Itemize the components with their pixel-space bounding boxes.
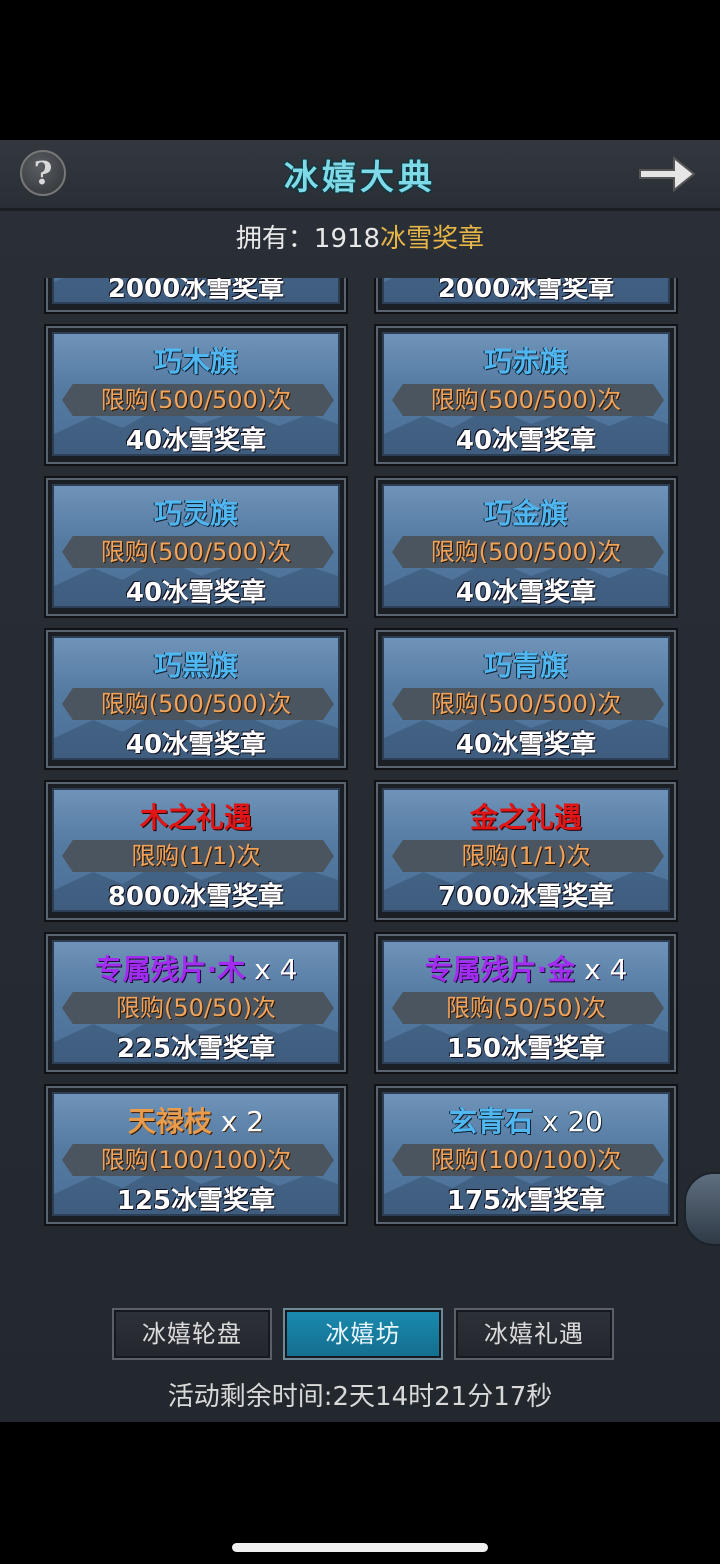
item-price: 150冰雪奖章: [446, 1034, 606, 1064]
card-background: 金之礼遇限购(1/1)次 7000冰雪奖章: [382, 788, 670, 912]
owned-amount: 1918: [313, 224, 381, 254]
purchase-limit: 限购(100/100)次: [430, 1146, 622, 1174]
card-background: 玄青石 x 20 限购(100/100)次 175冰雪奖章: [382, 1092, 670, 1216]
shop-item-card[interactable]: 限购(3/3)次2000冰雪奖章: [374, 278, 678, 314]
item-price: 2000冰雪奖章: [437, 278, 615, 304]
item-quantity: x 20: [533, 1105, 603, 1138]
shop-item-card[interactable]: 巧黑旗限购(500/500)次 40冰雪奖章: [44, 628, 348, 770]
item-grid-viewport[interactable]: 限购(1/1)次2000冰雪奖章限购(3/3)次2000冰雪奖章巧木旗限购(50…: [0, 278, 720, 1283]
item-name-text: 巧木旗: [153, 345, 238, 378]
item-name: 巧灵旗: [54, 492, 338, 532]
card-background: 专属残片·金 x 4 限购(50/50)次 150冰雪奖章: [382, 940, 670, 1064]
item-price: 8000冰雪奖章: [107, 882, 285, 912]
purchase-limit: 限购(500/500)次: [430, 386, 622, 414]
arrow-right-icon[interactable]: [636, 152, 698, 196]
item-price: 40冰雪奖章: [125, 730, 267, 760]
item-name-text: 木之礼遇: [139, 801, 252, 834]
item-name-text: 天禄枝: [127, 1105, 212, 1138]
tab-ice-roulette[interactable]: 冰嬉轮盘: [112, 1308, 272, 1360]
item-price: 2000冰雪奖章: [107, 278, 285, 304]
owned-currency: 冰雪奖章: [380, 224, 485, 254]
item-quantity: x 4: [575, 953, 628, 986]
purchase-limit: 限购(1/1)次: [461, 842, 591, 870]
item-price: 125冰雪奖章: [116, 1186, 276, 1216]
event-countdown: 活动剩余时间:2天14时21分17秒: [167, 1382, 553, 1412]
shop-item-card[interactable]: 巧木旗限购(500/500)次 40冰雪奖章: [44, 324, 348, 466]
card-background: 限购(1/1)次2000冰雪奖章: [52, 278, 340, 304]
shop-item-card[interactable]: 天禄枝 x 2 限购(100/100)次 125冰雪奖章: [44, 1084, 348, 1226]
item-name: 巧青旗: [384, 644, 668, 684]
purchase-limit: 限购(500/500)次: [100, 690, 292, 718]
item-name-text: 专属残片·木: [94, 953, 246, 986]
purchase-limit: 限购(500/500)次: [100, 538, 292, 566]
item-name-text: 巧灵旗: [153, 497, 238, 530]
purchase-limit: 限购(1/1)次: [131, 842, 261, 870]
item-price: 7000冰雪奖章: [437, 882, 615, 912]
purchase-limit: 限购(50/50)次: [116, 994, 276, 1022]
item-name-text: 巧青旗: [483, 649, 568, 682]
shop-item-card[interactable]: 巧赤旗限购(500/500)次 40冰雪奖章: [374, 324, 678, 466]
shop-item-card[interactable]: 专属残片·木 x 4 限购(50/50)次 225冰雪奖章: [44, 932, 348, 1074]
shop-item-card[interactable]: 巧金旗限购(500/500)次 40冰雪奖章: [374, 476, 678, 618]
item-name: 巧金旗: [384, 492, 668, 532]
item-name: 金之礼遇: [384, 796, 668, 836]
purchase-limit: 限购(100/100)次: [100, 1146, 292, 1174]
card-background: 巧金旗限购(500/500)次 40冰雪奖章: [382, 484, 670, 608]
item-name: 专属残片·木 x 4: [54, 948, 338, 988]
item-price: 40冰雪奖章: [125, 578, 267, 608]
shop-item-card[interactable]: 金之礼遇限购(1/1)次 7000冰雪奖章: [374, 780, 678, 922]
item-price: 40冰雪奖章: [455, 578, 597, 608]
item-price: 40冰雪奖章: [455, 730, 597, 760]
owned-balance: 拥有：1918冰雪奖章: [0, 218, 720, 255]
tab-bar: 冰嬉轮盘 冰嬉坊 冰嬉礼遇: [0, 1300, 720, 1360]
shop-item-card[interactable]: 巧青旗限购(500/500)次 40冰雪奖章: [374, 628, 678, 770]
item-price: 175冰雪奖章: [446, 1186, 606, 1216]
item-name-text: 巧赤旗: [483, 345, 568, 378]
item-price: 40冰雪奖章: [125, 426, 267, 456]
item-name-text: 巧金旗: [483, 497, 568, 530]
shop-item-card[interactable]: 玄青石 x 20 限购(100/100)次 175冰雪奖章: [374, 1084, 678, 1226]
item-price: 225冰雪奖章: [116, 1034, 276, 1064]
card-background: 限购(3/3)次2000冰雪奖章: [382, 278, 670, 304]
item-name: 木之礼遇: [54, 796, 338, 836]
item-name-text: 专属残片·金: [424, 953, 576, 986]
tab-ice-workshop[interactable]: 冰嬉坊: [283, 1308, 443, 1360]
item-price: 40冰雪奖章: [455, 426, 597, 456]
shop-item-card[interactable]: 巧灵旗限购(500/500)次 40冰雪奖章: [44, 476, 348, 618]
item-name: 巧赤旗: [384, 340, 668, 380]
item-name-text: 玄青石: [448, 1105, 533, 1138]
page-title: 冰嬉大典: [284, 158, 436, 198]
card-background: 天禄枝 x 2 限购(100/100)次 125冰雪奖章: [52, 1092, 340, 1216]
game-screen: ? 冰嬉大典 拥有：1918冰雪奖章 限购(1/1)次2000冰雪奖章限购(3/…: [0, 0, 720, 1564]
purchase-limit: 限购(500/500)次: [430, 538, 622, 566]
card-background: 巧赤旗限购(500/500)次 40冰雪奖章: [382, 332, 670, 456]
shop-item-card[interactable]: 限购(1/1)次2000冰雪奖章: [44, 278, 348, 314]
item-name: 专属残片·金 x 4: [384, 948, 668, 988]
item-name: 巧黑旗: [54, 644, 338, 684]
card-background: 巧灵旗限购(500/500)次 40冰雪奖章: [52, 484, 340, 608]
card-background: 木之礼遇限购(1/1)次 8000冰雪奖章: [52, 788, 340, 912]
purchase-limit: 限购(500/500)次: [100, 386, 292, 414]
tab-ice-gift[interactable]: 冰嬉礼遇: [454, 1308, 614, 1360]
item-name-text: 巧黑旗: [153, 649, 238, 682]
item-name-text: 金之礼遇: [469, 801, 582, 834]
card-background: 专属残片·木 x 4 限购(50/50)次 225冰雪奖章: [52, 940, 340, 1064]
card-background: 巧青旗限购(500/500)次 40冰雪奖章: [382, 636, 670, 760]
item-name: 天禄枝 x 2: [54, 1100, 338, 1140]
shop-panel: ? 冰嬉大典 拥有：1918冰雪奖章 限购(1/1)次2000冰雪奖章限购(3/…: [0, 140, 720, 1422]
item-quantity: x 4: [245, 953, 298, 986]
home-indicator[interactable]: [232, 1543, 488, 1552]
shop-item-card[interactable]: 专属残片·金 x 4 限购(50/50)次 150冰雪奖章: [374, 932, 678, 1074]
item-name: 巧木旗: [54, 340, 338, 380]
card-background: 巧木旗限购(500/500)次 40冰雪奖章: [52, 332, 340, 456]
purchase-limit: 限购(500/500)次: [430, 690, 622, 718]
item-name: 玄青石 x 20: [384, 1100, 668, 1140]
title-bar: ? 冰嬉大典: [0, 140, 720, 211]
owned-label: 拥有：: [235, 224, 314, 254]
card-background: 巧黑旗限购(500/500)次 40冰雪奖章: [52, 636, 340, 760]
shop-item-card[interactable]: 木之礼遇限购(1/1)次 8000冰雪奖章: [44, 780, 348, 922]
item-quantity: x 2: [211, 1105, 265, 1138]
purchase-limit: 限购(50/50)次: [446, 994, 606, 1022]
